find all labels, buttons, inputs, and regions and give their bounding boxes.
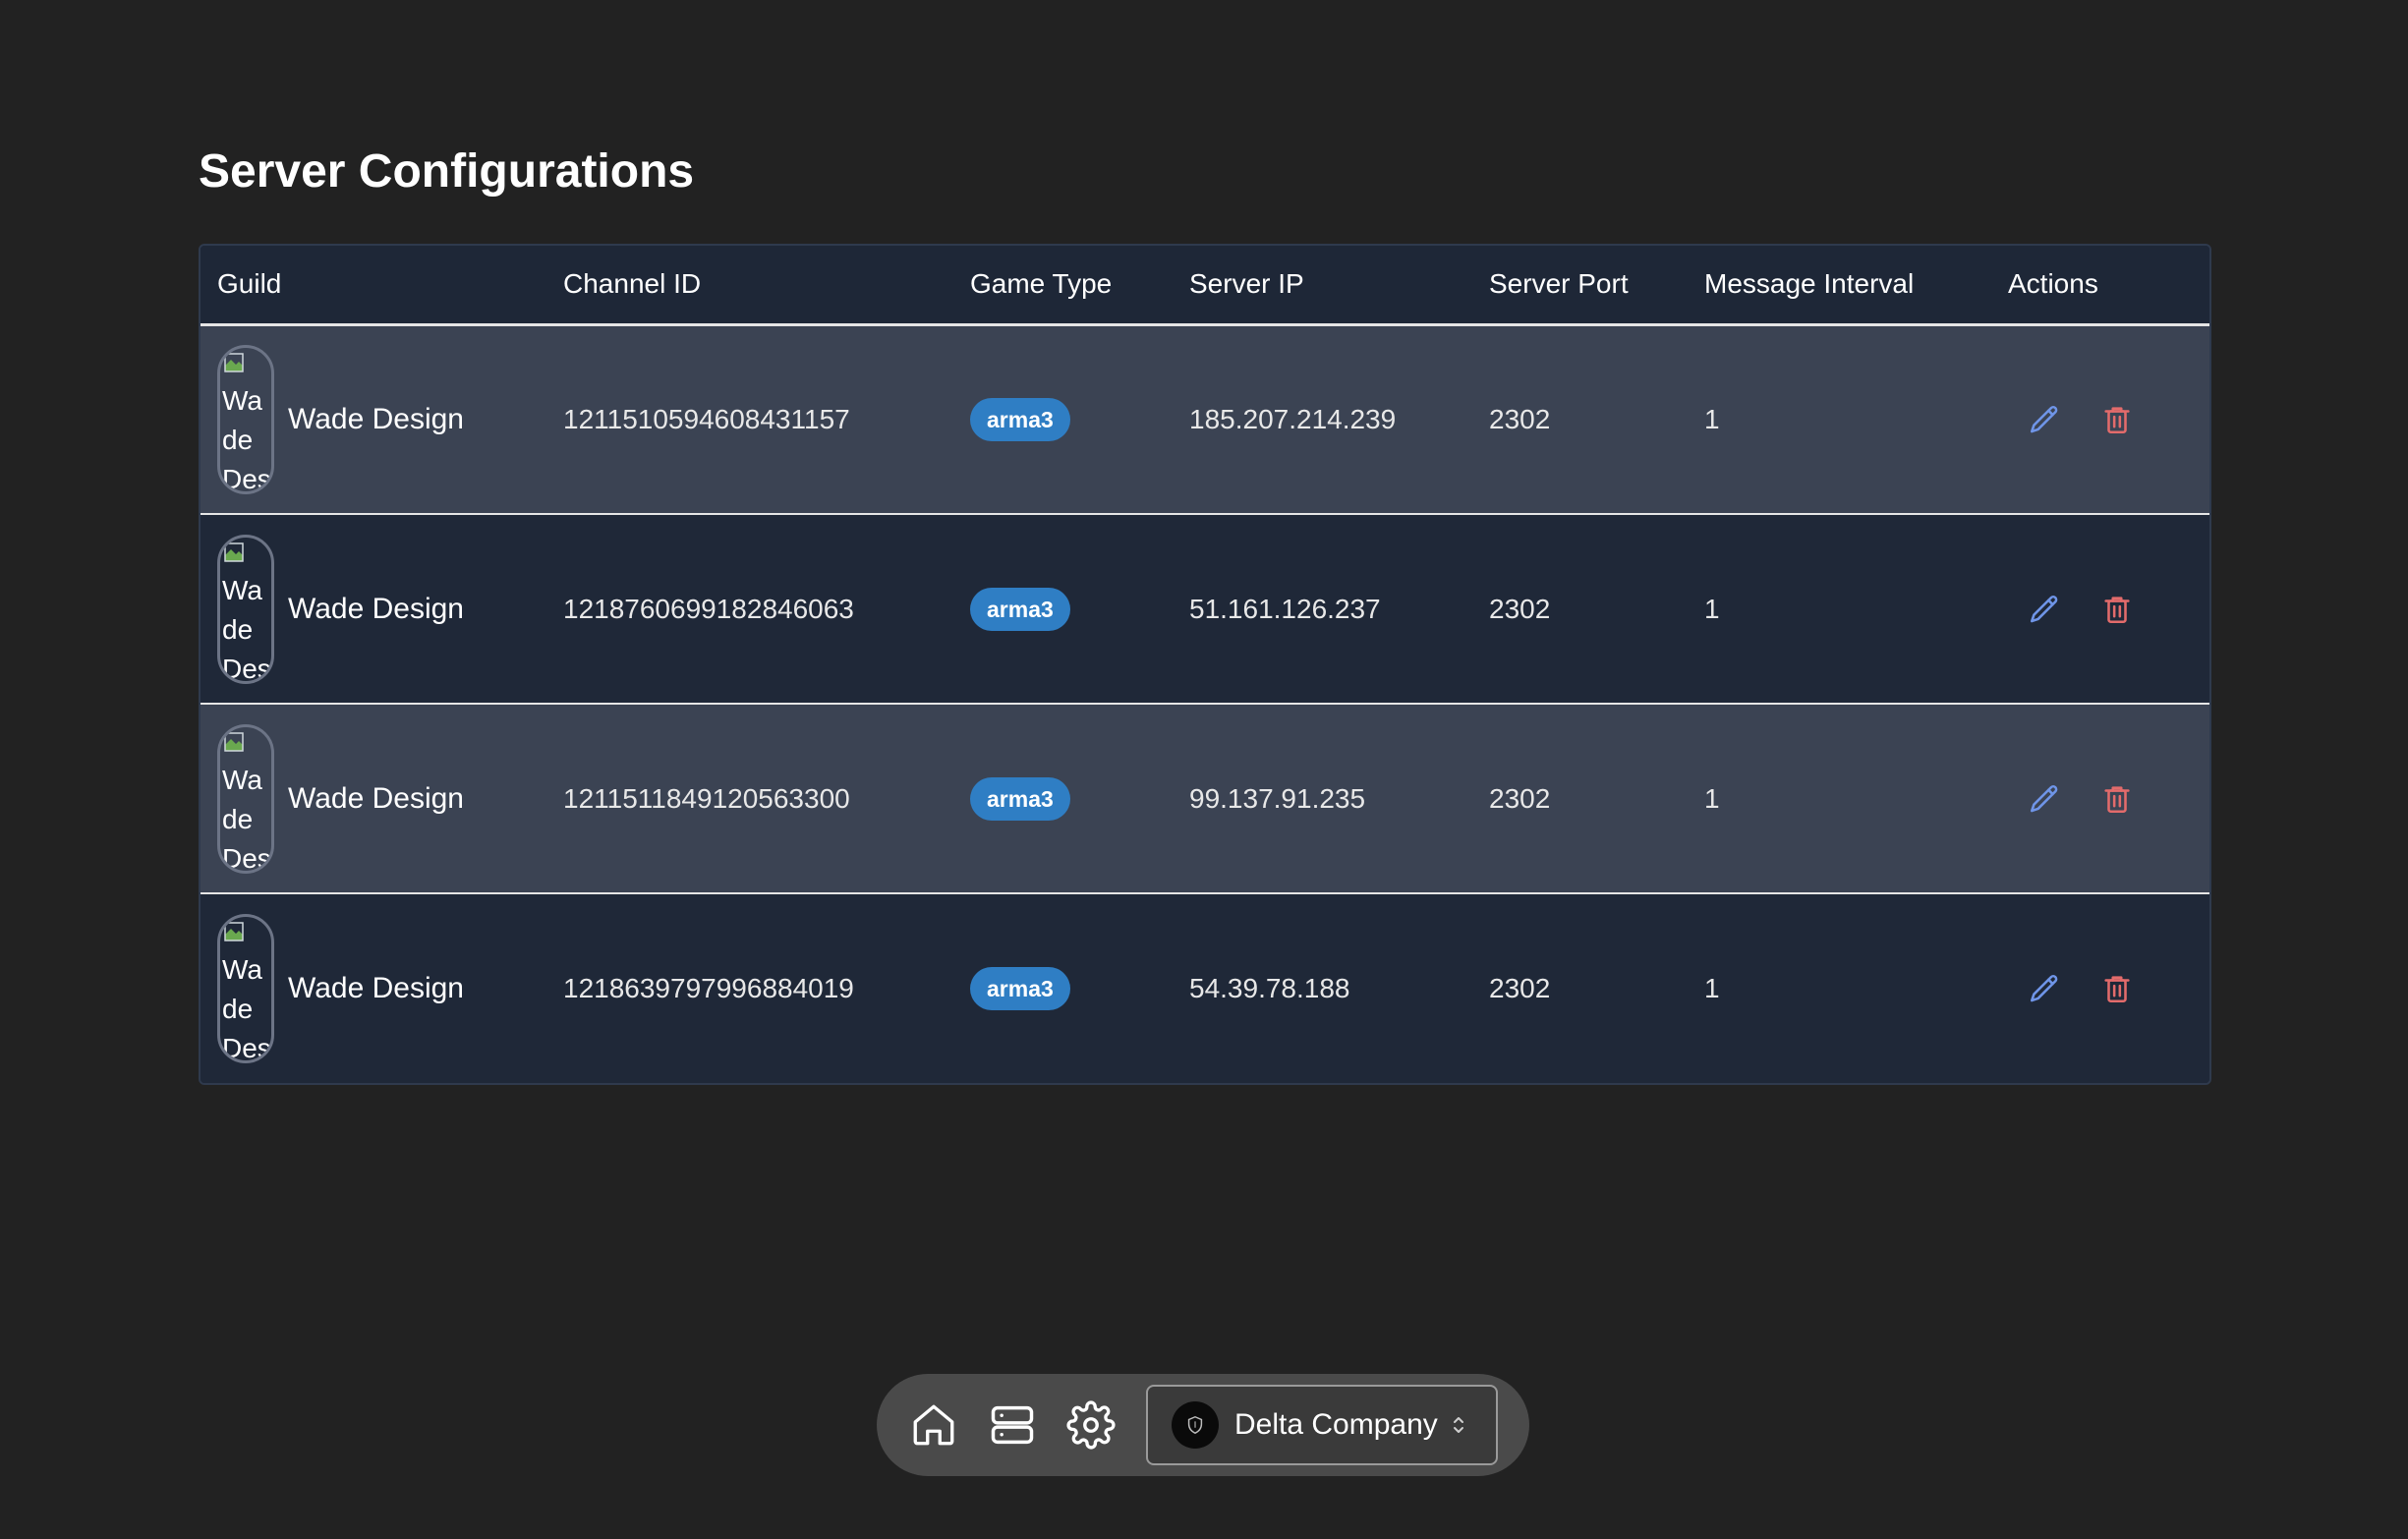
column-header-channel-id: Channel ID — [546, 246, 953, 326]
table-row: Wade Design icon Wade Design 12115105946… — [201, 324, 2209, 514]
guild-icon-image: Wade Design icon — [217, 344, 274, 494]
trash-icon — [2104, 976, 2130, 1003]
guild-name: Wade Design — [288, 781, 464, 815]
page-title: Server Configurations — [199, 145, 695, 198]
edit-button[interactable] — [2028, 782, 2061, 816]
guild-cell: Wade Design icon Wade Design — [201, 893, 546, 1083]
actions-cell — [1991, 324, 2209, 514]
broken-image-icon — [224, 353, 244, 372]
delete-button[interactable] — [2100, 403, 2134, 436]
guild-icon-alt-text: Wade Design icon — [222, 384, 271, 494]
game-type-cell: arma3 — [953, 324, 1173, 514]
table-header-row: Guild Channel ID Game Type Server IP Ser… — [201, 246, 2209, 326]
guild-icon-alt-text: Wade Design icon — [222, 764, 271, 874]
game-type-cell: arma3 — [953, 704, 1173, 893]
server-port-cell: 2302 — [1489, 782, 1551, 814]
message-interval-cell: 1 — [1704, 403, 1720, 434]
actions-cell — [1991, 893, 2209, 1083]
shield-icon — [1187, 1415, 1203, 1435]
delete-button[interactable] — [2100, 782, 2134, 816]
channel-id-cell: 1218639797996884019 — [563, 973, 854, 1003]
game-type-cell: arma3 — [953, 514, 1173, 704]
channel-id-cell: 1218760699182846063 — [563, 593, 854, 624]
column-header-actions: Actions — [1991, 246, 2209, 326]
game-type-badge: arma3 — [970, 587, 1070, 631]
table-row: Wade Design icon Wade Design 12115118491… — [201, 704, 2209, 893]
chevron-up-down-icon — [1454, 1417, 1463, 1433]
guild-icon-image: Wade Design icon — [217, 914, 274, 1063]
trash-icon — [2104, 785, 2130, 813]
guild-cell: Wade Design icon Wade Design — [201, 324, 546, 514]
message-interval-cell: 1 — [1704, 593, 1720, 624]
column-header-game-type: Game Type — [953, 246, 1173, 326]
pencil-icon — [2030, 595, 2058, 622]
game-type-badge: arma3 — [970, 397, 1070, 441]
edit-button[interactable] — [2028, 403, 2061, 436]
gear-icon — [1066, 1400, 1116, 1450]
trash-icon — [2104, 407, 2130, 433]
server-port-cell: 2302 — [1489, 973, 1551, 1003]
edit-button[interactable] — [2028, 593, 2061, 626]
pencil-icon — [2030, 974, 2058, 1002]
server-config-table: Guild Channel ID Game Type Server IP Ser… — [199, 244, 2211, 1085]
broken-image-icon — [224, 542, 244, 562]
server-ip-cell: 51.161.126.237 — [1189, 593, 1381, 624]
game-type-badge: arma3 — [970, 776, 1070, 821]
message-interval-cell: 1 — [1704, 973, 1720, 1003]
channel-id-cell: 1211511849120563300 — [563, 782, 850, 814]
guild-cell: Wade Design icon Wade Design — [201, 514, 546, 704]
guild-icon-alt-text: Wade Design icon — [222, 954, 271, 1063]
column-header-server-ip: Server IP — [1173, 246, 1472, 326]
server-ip-cell: 54.39.78.188 — [1189, 973, 1350, 1003]
actions-cell — [1991, 704, 2209, 893]
message-interval-cell: 1 — [1704, 782, 1720, 814]
pencil-icon — [2030, 405, 2058, 433]
bottom-dock: Delta Company — [877, 1374, 1529, 1476]
table-row: Wade Design icon Wade Design 12186397979… — [201, 893, 2209, 1083]
game-type-badge: arma3 — [970, 967, 1070, 1010]
guild-icon-image: Wade Design icon — [217, 534, 274, 684]
company-logo — [1172, 1401, 1219, 1449]
company-selector[interactable]: Delta Company — [1146, 1385, 1498, 1465]
channel-id-cell: 1211510594608431157 — [563, 403, 850, 434]
delete-button[interactable] — [2100, 593, 2134, 626]
broken-image-icon — [224, 731, 244, 752]
actions-cell — [1991, 514, 2209, 704]
servers-button[interactable] — [985, 1397, 1040, 1453]
edit-button[interactable] — [2028, 972, 2061, 1005]
table-row: Wade Design icon Wade Design 12187606991… — [201, 514, 2209, 704]
home-button[interactable] — [906, 1397, 961, 1453]
delete-button[interactable] — [2100, 972, 2134, 1005]
settings-button[interactable] — [1063, 1397, 1118, 1453]
game-type-cell: arma3 — [953, 893, 1173, 1083]
server-port-cell: 2302 — [1489, 403, 1551, 434]
trash-icon — [2104, 596, 2130, 623]
column-header-guild: Guild — [201, 246, 546, 326]
guild-icon-alt-text: Wade Design icon — [222, 574, 271, 684]
company-name: Delta Company — [1234, 1408, 1438, 1441]
column-header-server-port: Server Port — [1472, 246, 1688, 326]
server-port-cell: 2302 — [1489, 593, 1551, 624]
server-ip-cell: 185.207.214.239 — [1189, 403, 1397, 434]
home-icon — [913, 1404, 954, 1446]
guild-name: Wade Design — [288, 402, 464, 435]
pencil-icon — [2030, 784, 2058, 812]
server-ip-cell: 99.137.91.235 — [1189, 782, 1366, 814]
guild-name: Wade Design — [288, 592, 464, 625]
guild-cell: Wade Design icon Wade Design — [201, 704, 546, 893]
server-icon — [991, 1405, 1034, 1445]
guild-name: Wade Design — [288, 972, 464, 1004]
column-header-message-interval: Message Interval — [1688, 246, 1991, 326]
guild-icon-image: Wade Design icon — [217, 723, 274, 874]
broken-image-icon — [224, 922, 244, 941]
